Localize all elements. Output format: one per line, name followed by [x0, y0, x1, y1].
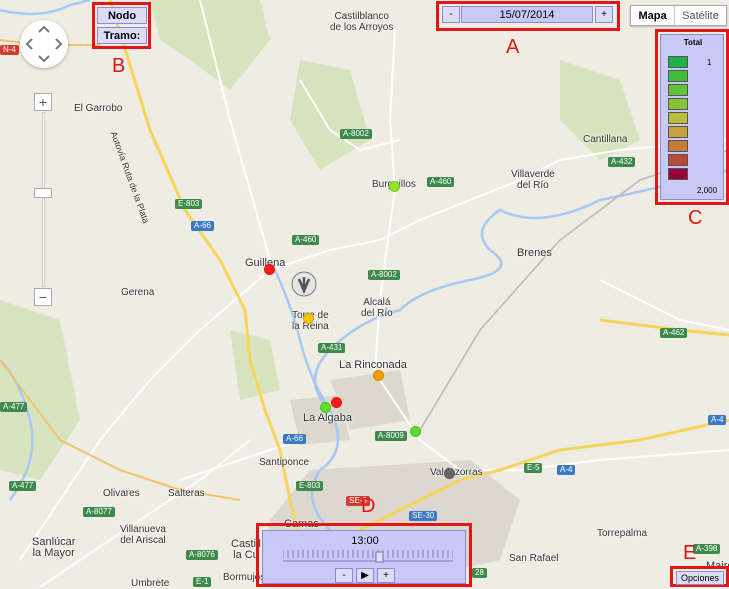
place-villanueva: Villanueva del Ariscal [120, 524, 166, 546]
road-se30: SE-30 [409, 511, 438, 521]
road-a66-south: A-66 [283, 434, 306, 444]
place-castilblanco: Castilblanco de los Arroyos [330, 11, 394, 33]
place-valdezorras: Valdezorras [430, 467, 483, 478]
time-panel: 13:00 - ▶ + [262, 530, 466, 584]
nodo-button[interactable]: Nodo [97, 7, 147, 24]
legend-swatch [668, 140, 688, 152]
map-type-satelite[interactable]: Satélite [675, 6, 726, 25]
la-algaba-red-point[interactable] [331, 397, 342, 408]
place-santiponce: Santiponce [259, 457, 310, 468]
annotation-letter-a: A [506, 36, 520, 58]
road-a4-mid: A-4 [557, 465, 576, 475]
time-prev-button[interactable]: - [335, 568, 353, 583]
legend-swatch [668, 84, 688, 96]
road-a432: A-432 [608, 157, 636, 167]
la-rinconada-point[interactable] [373, 370, 384, 381]
place-torrepalma: Torrepalma [597, 528, 648, 539]
time-slider[interactable] [283, 547, 453, 563]
zoom-in-button[interactable]: + [34, 93, 52, 111]
road-a66-north: A-66 [191, 221, 214, 231]
legend-panel: Total 1 2,000 [660, 34, 724, 200]
legend-swatch [668, 70, 688, 82]
annotation-letter-d: D [361, 495, 376, 517]
place-alcala: Alcalá del Río [361, 297, 393, 319]
date-field[interactable]: 15/07/2014 [461, 6, 593, 23]
road-e803-south: E-803 [296, 481, 324, 491]
zoom-out-button[interactable]: − [34, 288, 52, 306]
tramo-button[interactable]: Tramo: [97, 27, 147, 44]
place-umbrete: Umbrete [131, 578, 170, 589]
road-e803-north: E-803 [175, 199, 203, 209]
annotation-letter-b: B [112, 55, 126, 77]
place-olivares: Olivares [103, 488, 140, 499]
legend-swatch [668, 154, 688, 166]
legend-max-label: 2,000 [697, 186, 718, 195]
valdezorras-point[interactable] [444, 468, 455, 479]
torre-point[interactable] [303, 313, 314, 324]
time-next-button[interactable]: + [377, 568, 395, 583]
road-a4-east: A-4 [708, 415, 727, 425]
pan-arrows-icon [25, 25, 63, 63]
road-a398: A-398 [693, 544, 721, 554]
place-salteras: Salteras [168, 488, 205, 499]
road-a8077: A-8077 [83, 507, 115, 517]
legend-swatches [668, 56, 690, 182]
legend-title: Total [683, 38, 703, 47]
legend-swatch [668, 56, 688, 68]
burguillos-point[interactable] [389, 181, 400, 192]
place-villaverde: Villaverde del Río [511, 169, 555, 191]
road-a8002-north: A-8002 [340, 129, 372, 139]
guillena-point[interactable] [264, 264, 275, 275]
road-a462: A-462 [660, 328, 688, 338]
la-algaba-green-point[interactable] [320, 402, 331, 413]
road-a431: A-431 [318, 343, 346, 353]
opciones-button[interactable]: Opciones [676, 571, 724, 585]
time-label: 13:00 [351, 535, 379, 547]
map-type-mapa[interactable]: Mapa [631, 6, 675, 25]
legend-min-label: 1 [707, 58, 712, 67]
road-a460-west: A-460 [292, 235, 320, 245]
place-la-rinconada: La Rinconada [339, 359, 407, 371]
map-type-toggle[interactable]: Mapa Satélite [630, 5, 727, 26]
place-el-garrobo: El Garrobo [74, 103, 123, 114]
legend-swatch [668, 112, 688, 124]
a8009-point[interactable] [410, 426, 421, 437]
road-a477-south: A-477 [9, 481, 37, 491]
road-a8009: A-8009 [375, 431, 407, 441]
place-sanlucar: Sanlúcar la Mayor [32, 536, 76, 559]
time-play-button[interactable]: ▶ [356, 568, 374, 583]
road-a460-east: A-460 [427, 177, 455, 187]
annotation-letter-e: E [683, 542, 697, 564]
place-gerena: Gerena [121, 287, 155, 298]
road-a8076: A-8076 [186, 550, 218, 560]
road-e5: E-5 [524, 463, 543, 473]
road-a477-north: A-477 [0, 402, 28, 412]
road-a8002-south: A-8002 [368, 270, 400, 280]
pan-control[interactable] [20, 20, 68, 68]
date-prev-button[interactable]: - [442, 6, 460, 23]
road-n4: N-4 [0, 45, 19, 55]
legend-swatch [668, 126, 688, 138]
place-brenes: Brenes [517, 247, 552, 259]
place-cantillana: Cantillana [583, 134, 628, 145]
road-28: 28 [472, 568, 487, 578]
annotation-letter-c: C [688, 207, 703, 229]
legend-swatch [668, 98, 688, 110]
legend-swatch [668, 168, 688, 180]
date-next-button[interactable]: + [595, 6, 613, 23]
zoom-slider-track[interactable] [42, 112, 45, 287]
selected-node-marker-icon[interactable] [291, 271, 317, 299]
zoom-slider-handle[interactable] [34, 188, 52, 198]
place-san-rafael: San Rafael [509, 553, 559, 564]
place-la-algaba: La Algaba [303, 412, 352, 424]
road-e1: E-1 [193, 577, 212, 587]
